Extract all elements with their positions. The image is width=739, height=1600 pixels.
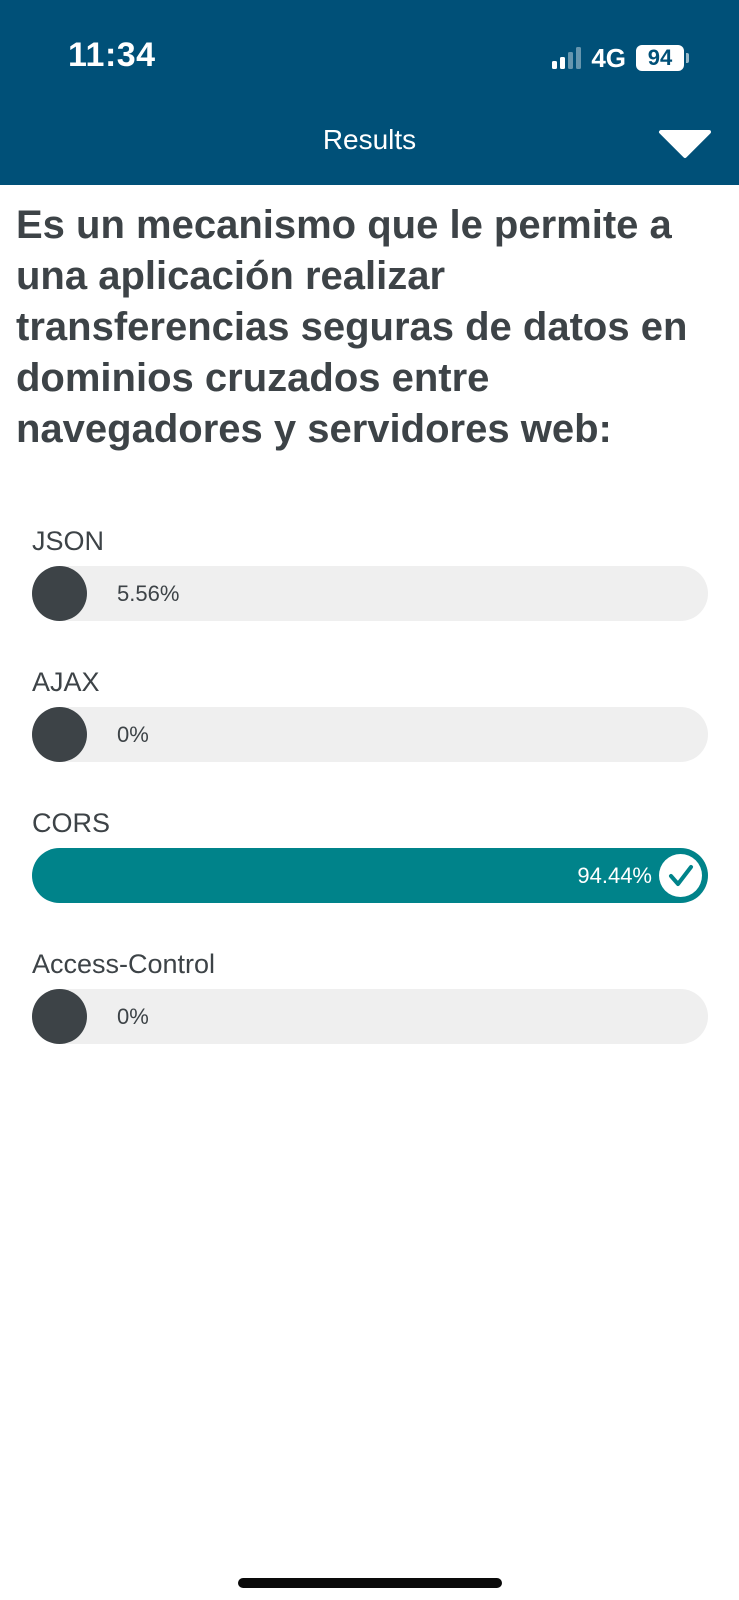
percent-label: 94.44%	[577, 863, 652, 888]
status-time: 11:34	[68, 36, 156, 74]
result-bar-fill	[32, 989, 87, 1044]
result-bar-track: 94.44%	[32, 848, 708, 903]
result-bar-track: 0%	[32, 707, 708, 762]
question-text: Es un mecanismo que le permite a una apl…	[16, 203, 688, 451]
network-type: 4G	[591, 42, 626, 73]
battery-level: 94	[636, 45, 684, 71]
signal-strength-icon	[552, 47, 582, 69]
triangle-down-icon	[659, 130, 711, 158]
result-option: AJAX 0%	[32, 651, 708, 792]
status-indicators: 4G 94	[552, 42, 689, 73]
percent-label: 0%	[117, 722, 149, 747]
result-bar-track: 5.56%	[32, 566, 708, 621]
result-bar-track: 0%	[32, 989, 708, 1044]
checkmark-icon	[659, 854, 702, 897]
page-title: Results	[322, 124, 417, 155]
percent-label: 5.56%	[117, 581, 180, 606]
results-list: JSON 5.56% AJAX 0% CORS 94.44% Access-Control 0…	[32, 510, 708, 1074]
result-bar-fill	[32, 707, 87, 762]
home-indicator[interactable]	[238, 1578, 502, 1588]
percent-label: 0%	[117, 1004, 149, 1029]
result-bar-fill	[32, 566, 87, 621]
option-label: AJAX	[32, 667, 100, 697]
result-option: Access-Control 0%	[32, 933, 708, 1074]
battery-icon: 94	[636, 45, 689, 71]
app-header: 11:34 4G 94 Results	[0, 0, 739, 185]
option-label: CORS	[32, 808, 111, 838]
option-label: JSON	[32, 526, 105, 556]
option-label: Access-Control	[32, 949, 216, 979]
result-option: JSON 5.56%	[32, 510, 708, 651]
result-option: CORS 94.44%	[32, 792, 708, 933]
collapse-button[interactable]	[657, 128, 713, 160]
